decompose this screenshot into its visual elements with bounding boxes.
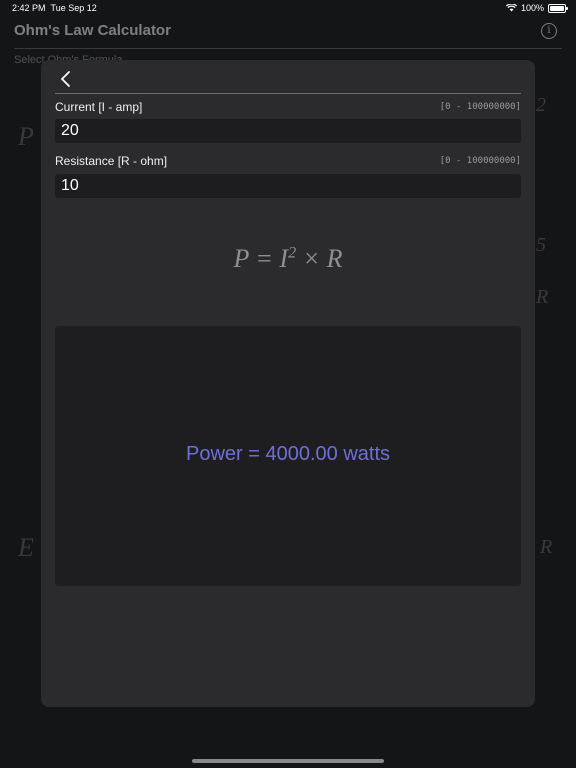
- power-formula: P = I2 × R: [41, 244, 535, 274]
- current-label: Current [I - amp]: [55, 100, 143, 114]
- background-formula-right-top: 2: [536, 94, 546, 116]
- formula-lhs: P = I: [233, 244, 289, 273]
- current-input[interactable]: [55, 119, 521, 143]
- sheet-divider: [55, 93, 521, 94]
- chevron-left-icon: [61, 71, 70, 87]
- background-formula-left-bottom: E: [18, 533, 34, 562]
- back-button[interactable]: [55, 68, 77, 90]
- current-range: [0 - 100000000]: [439, 102, 521, 112]
- home-indicator[interactable]: [192, 759, 384, 763]
- resistance-range: [0 - 100000000]: [439, 156, 521, 166]
- resistance-input[interactable]: [55, 174, 521, 198]
- formula-exponent: 2: [288, 244, 297, 262]
- background-formula-right-mid2: R: [536, 286, 549, 308]
- result-text: Power = 4000.00 watts: [185, 443, 390, 465]
- app-title: Ohm's Law Calculator: [14, 22, 171, 39]
- background-formula-left-top: P: [18, 122, 34, 151]
- background-divider: [14, 48, 562, 49]
- resistance-label: Resistance [R - ohm]: [55, 154, 168, 168]
- info-icon[interactable]: i: [541, 23, 557, 39]
- background-formula-right-mid: 5: [536, 234, 546, 256]
- formula-rhs: × R: [296, 244, 343, 273]
- screen: 2:42 PM Tue Sep 12 100% Ohm's Law Calcul…: [0, 0, 576, 768]
- background-formula-right-bottom: R: [540, 536, 553, 558]
- result-panel: Power = 4000.00 watts: [55, 326, 521, 586]
- calculator-sheet: Current [I - amp] [0 - 100000000] Resist…: [41, 60, 535, 707]
